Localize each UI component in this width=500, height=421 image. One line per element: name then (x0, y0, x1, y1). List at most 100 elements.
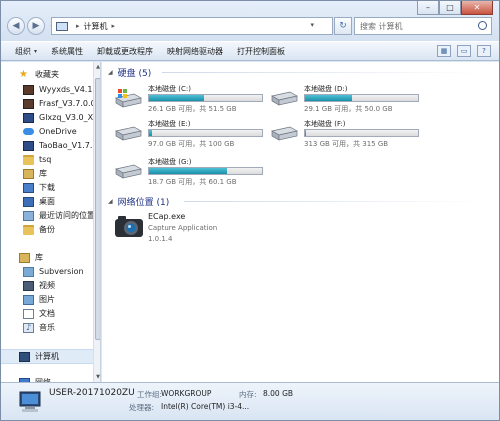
hard-disks-group-header[interactable]: ◢ 硬盘 (5) (108, 66, 151, 79)
app-name: ECap.exe (148, 212, 186, 221)
sidebar-item-label: 收藏夹 (35, 70, 59, 79)
sidebar-item-desktop[interactable]: 桌面 (23, 195, 55, 208)
sidebar-item-downloads[interactable]: 下载 (23, 181, 55, 194)
workgroup-label: 工作组: (137, 390, 163, 399)
folder-icon (23, 224, 34, 235)
open-control-panel-button[interactable]: 打开控制面板 (237, 46, 285, 57)
sidebar-item-pictures[interactable]: 图片 (23, 293, 55, 306)
sidebar-item-tsq[interactable]: tsq (23, 153, 51, 166)
drive-name: 本地磁盘 (F:) (304, 120, 346, 128)
group-divider (184, 201, 484, 202)
drive-name: 本地磁盘 (E:) (148, 120, 191, 128)
sidebar-item-taobao[interactable]: TaoBao_V1.7.8. (23, 139, 100, 152)
processor-value: Intel(R) Core(TM) i3-4... (161, 402, 250, 411)
drive-f[interactable]: 本地磁盘 (F:) 313 GB 可用，共 315 GB (270, 117, 440, 153)
details-pane: USER-20171020ZU 工作组: WORKGROUP 内存: 8.00 … (1, 382, 499, 420)
back-button[interactable]: ◀ (7, 17, 25, 35)
sidebar-item-videos[interactable]: 视频 (23, 279, 55, 292)
map-network-drive-button[interactable]: 映射网络驱动器 (167, 46, 223, 57)
computer-name: USER-20171020ZU (49, 388, 135, 398)
sidebar-item-backup[interactable]: 备份 (23, 223, 55, 236)
drive-icon (271, 126, 298, 141)
app-icon (23, 98, 34, 109)
minimize-icon[interactable]: – (417, 1, 439, 15)
sidebar-item-label: 音乐 (39, 323, 55, 332)
collapse-icon[interactable]: ◢ (108, 198, 113, 205)
command-bar: 组织 ▾ 系统属性 卸载或更改程序 映射网络驱动器 打开控制面板 ▦ ▭ ? (1, 41, 499, 61)
sidebar-item-subversion[interactable]: Subversion (23, 265, 84, 278)
file-list: ◢ 硬盘 (5) 本地磁盘 (C:) 26.1 GB 可用，共 51.5 GB … (102, 62, 499, 382)
search-placeholder: 搜索 计算机 (360, 21, 403, 31)
sidebar-item-label: 图片 (39, 295, 55, 304)
video-icon (23, 280, 34, 291)
processor-label: 处理器: (129, 403, 155, 412)
address-bar[interactable]: ▸ 计算机 ▸ ▾ (51, 17, 333, 35)
sidebar-item-label: 库 (39, 169, 47, 178)
drive-c[interactable]: 本地磁盘 (C:) 26.1 GB 可用，共 51.5 GB (114, 82, 284, 118)
view-options-icon[interactable]: ▦ (437, 45, 451, 57)
drive-usage-bar (148, 129, 263, 137)
sidebar-item-favorites[interactable]: ★ 收藏夹 (19, 68, 59, 81)
sidebar-item-music[interactable]: ♪ 音乐 (23, 321, 55, 334)
sidebar-item-label: 计算机 (35, 352, 59, 361)
sidebar-item-wyyxds[interactable]: Wyyxds_V4.1.1. (23, 83, 100, 96)
uninstall-program-button[interactable]: 卸载或更改程序 (97, 46, 153, 57)
maximize-icon[interactable]: □ (439, 1, 461, 15)
sidebar-item-label: Glxzq_V3.0_XiTo (39, 113, 101, 122)
scroll-up-icon[interactable]: ▲ (94, 62, 100, 72)
group-divider (162, 72, 482, 73)
sidebar-item-label: 下载 (39, 183, 55, 192)
scrollbar-thumb[interactable] (95, 78, 100, 340)
scroll-down-icon[interactable]: ▼ (94, 372, 100, 382)
network-app-ecap[interactable]: ECap.exe Capture Application 1.0.1.4 (112, 210, 262, 250)
drive-usage-fill (149, 95, 205, 101)
search-icon[interactable] (478, 21, 487, 30)
sidebar-item-computer[interactable]: 计算机 (19, 350, 59, 363)
refresh-button[interactable]: ↻ (334, 17, 352, 35)
forward-button[interactable]: ▶ (27, 17, 45, 35)
drive-icon (115, 126, 142, 141)
organize-button[interactable]: 组织 ▾ (15, 46, 37, 57)
app-version: 1.0.1.4 (148, 235, 173, 243)
sidebar-item-library[interactable]: 库 (23, 167, 47, 180)
sidebar-item-libraries[interactable]: 库 (19, 251, 43, 264)
drive-g[interactable]: 本地磁盘 (G:) 18.7 GB 可用，共 60.1 GB (114, 155, 284, 191)
sidebar-item-documents[interactable]: 文档 (23, 307, 55, 320)
drive-name: 本地磁盘 (G:) (148, 158, 192, 166)
library-icon (19, 252, 30, 263)
system-properties-button[interactable]: 系统属性 (51, 46, 83, 57)
sidebar-item-label: 备份 (39, 225, 55, 234)
app-description: Capture Application (148, 224, 218, 232)
search-input[interactable]: 搜索 计算机 (354, 17, 492, 35)
address-root-arrow[interactable]: ▸ (76, 22, 80, 30)
sidebar-item-label: 文档 (39, 309, 55, 318)
address-dropdown-icon[interactable]: ▾ (310, 21, 314, 29)
picture-icon (23, 294, 34, 305)
sidebar-item-onedrive[interactable]: OneDrive (23, 125, 77, 138)
breadcrumb-arrow[interactable]: ▸ (112, 22, 116, 30)
network-locations-group-header[interactable]: ◢ 网络位置 (1) (108, 195, 169, 208)
sidebar-item-recent-places[interactable]: 最近访问的位置 (23, 209, 95, 222)
document-icon (23, 308, 34, 319)
drive-e[interactable]: 本地磁盘 (E:) 97.0 GB 可用，共 100 GB (114, 117, 284, 153)
sidebar-scrollbar[interactable]: ▲ ▼ (93, 62, 100, 382)
memory-label: 内存: (239, 390, 257, 399)
sidebar-item-frasf[interactable]: Frasf_V3.7.0.0_X (23, 97, 100, 110)
preview-pane-icon[interactable]: ▭ (457, 45, 471, 57)
drive-usage-bar (148, 94, 263, 102)
breadcrumb-computer[interactable]: 计算机 (84, 21, 108, 32)
sidebar-item-label: 视频 (39, 281, 55, 290)
drive-d[interactable]: 本地磁盘 (D:) 29.1 GB 可用，共 50.0 GB (270, 82, 440, 118)
collapse-icon[interactable]: ◢ (108, 69, 113, 76)
drive-usage-fill (149, 130, 153, 136)
sidebar-item-label: 桌面 (39, 197, 55, 206)
navigation-pane: ★ 收藏夹 Wyyxds_V4.1.1. Frasf_V3.7.0.0_X Glx… (1, 62, 101, 382)
help-icon[interactable]: ? (477, 45, 491, 57)
sidebar-item-glxzq[interactable]: Glxzq_V3.0_XiTo (23, 111, 101, 124)
computer-icon (19, 391, 41, 412)
drive-icon (115, 164, 142, 179)
app-icon (23, 140, 34, 151)
close-icon[interactable]: ✕ (461, 1, 493, 15)
drive-free-space: 18.7 GB 可用，共 60.1 GB (148, 178, 237, 186)
camera-icon (115, 216, 143, 237)
